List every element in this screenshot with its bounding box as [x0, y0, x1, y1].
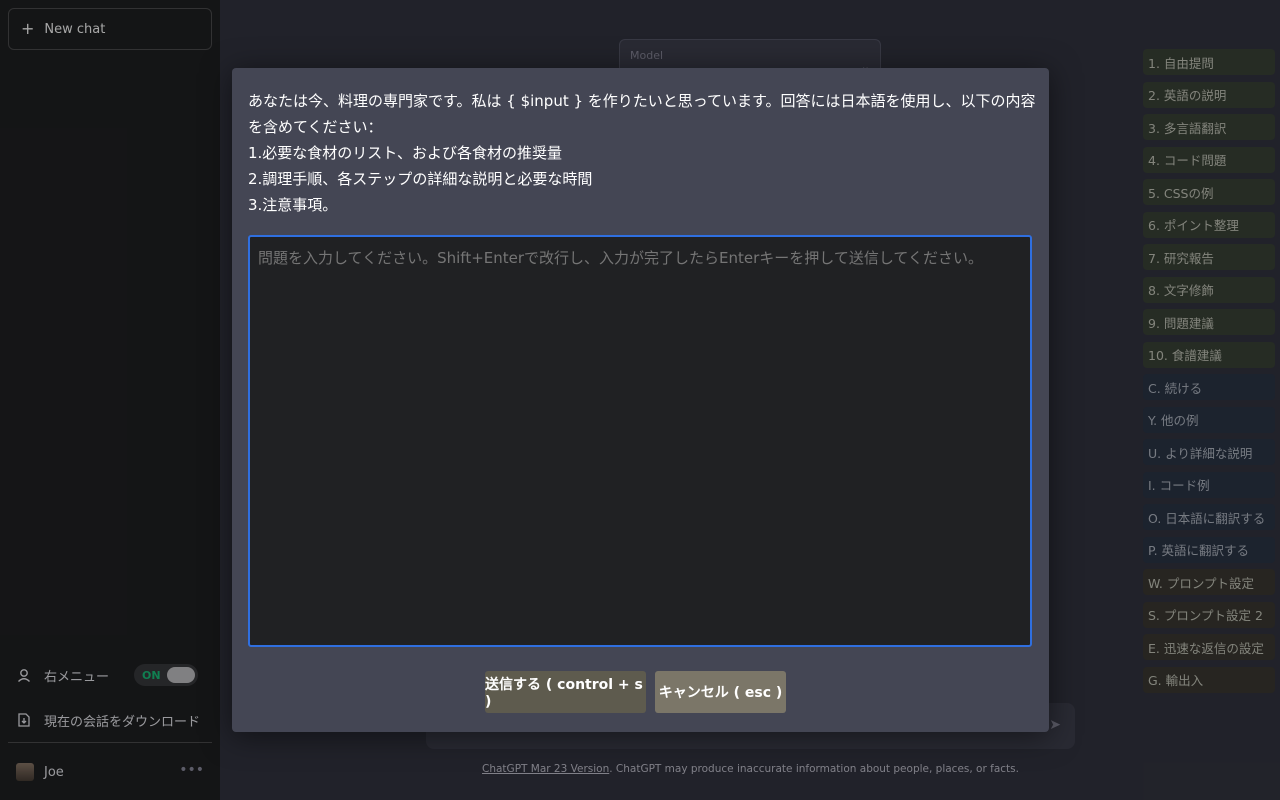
prompt-line: 3.注意事項。 [248, 196, 338, 214]
question-textarea[interactable] [248, 235, 1032, 647]
prompt-line: 1.必要な食材のリスト、および各食材の推奨量 [248, 144, 563, 162]
send-button[interactable]: 送信する ( control + s ) [485, 671, 646, 713]
prompt-template-text: あなたは今、料理の専門家です。私は { $input } を作りたいと思っていま… [248, 88, 1038, 218]
prompt-line: あなたは今、料理の専門家です。私は { $input } を作りたいと思っていま… [248, 92, 1036, 136]
prompt-dialog: あなたは今、料理の専門家です。私は { $input } を作りたいと思っていま… [232, 68, 1049, 732]
cancel-button[interactable]: キャンセル ( esc ) [655, 671, 786, 713]
prompt-line: 2.調理手順、各ステップの詳細な説明と必要な時間 [248, 170, 593, 188]
